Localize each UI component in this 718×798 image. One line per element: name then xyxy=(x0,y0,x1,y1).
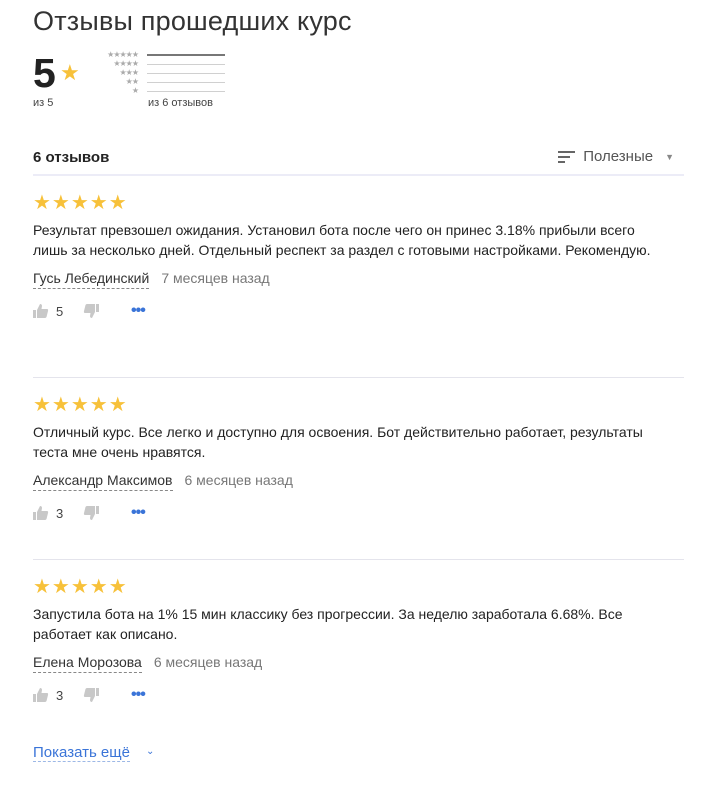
review-author[interactable]: Елена Морозова xyxy=(33,652,142,673)
thumbs-down-icon xyxy=(83,304,99,318)
more-options-button[interactable]: ••• xyxy=(131,303,146,319)
chevron-down-icon: ▼ xyxy=(665,151,674,162)
distribution-stars: ★ xyxy=(131,86,139,95)
review-rating-stars: ★★★★★ xyxy=(33,192,128,214)
thumbs-down-icon xyxy=(83,506,99,520)
review-author[interactable]: Александр Максимов xyxy=(33,470,173,491)
like-button[interactable]: 3 xyxy=(33,687,63,703)
review-text: Отличный курс. Все легко и доступно для … xyxy=(33,424,643,460)
review-author[interactable]: Гусь Лебединский xyxy=(33,268,150,289)
show-more-link[interactable]: Показать ещё xyxy=(33,744,130,762)
distribution-row-3[interactable]: ★★★ xyxy=(98,68,228,77)
like-button[interactable]: 3 xyxy=(33,505,63,521)
score-scale-label: из 5 xyxy=(33,97,54,109)
distribution-bar xyxy=(147,91,225,92)
review-text: Запустила бота на 1% 15 мин классику без… xyxy=(33,606,623,642)
distribution-fill xyxy=(147,54,225,56)
chevron-down-icon[interactable]: ⌄ xyxy=(146,746,154,757)
like-count: 3 xyxy=(56,505,64,521)
distribution-row-1[interactable]: ★ xyxy=(98,86,228,95)
reviews-header: 6 отзывов Полезные ▼ xyxy=(33,144,684,176)
sort-icon xyxy=(558,150,576,164)
review-card: ★★★★★ Отличный курс. Все легко и доступн… xyxy=(33,394,684,525)
distribution-stars: ★★★★ xyxy=(113,59,139,68)
distribution-bar xyxy=(147,73,225,74)
page-title: Отзывы прошедших курс xyxy=(33,6,352,36)
distribution-bar xyxy=(147,54,225,56)
distribution-row-5[interactable]: ★★★★★ xyxy=(98,50,228,59)
thumbs-down-icon xyxy=(83,688,99,702)
review-rating-stars: ★★★★★ xyxy=(33,394,128,416)
distribution-stars: ★★★ xyxy=(119,68,138,77)
distribution-row-2[interactable]: ★★ xyxy=(98,77,228,86)
distribution-bar xyxy=(147,82,225,83)
total-reviews-label: из 6 отзывов xyxy=(148,97,213,109)
distribution-stars: ★★ xyxy=(125,77,139,86)
dislike-button[interactable] xyxy=(83,687,99,703)
divider xyxy=(33,559,684,560)
divider xyxy=(33,377,684,378)
review-date: 7 месяцев назад xyxy=(161,270,270,286)
more-options-button[interactable]: ••• xyxy=(131,687,146,703)
thumbs-up-icon xyxy=(33,506,49,520)
sort-label: Полезные xyxy=(583,148,654,165)
review-card: ★★★★★ Запустила бота на 1% 15 мин класси… xyxy=(33,576,684,707)
like-count: 3 xyxy=(56,687,64,703)
review-date: 6 месяцев назад xyxy=(184,472,293,488)
thumbs-up-icon xyxy=(33,688,49,702)
dislike-button[interactable] xyxy=(83,505,99,521)
review-card: ★★★★★ Результат превзошел ожидания. Уста… xyxy=(33,192,684,323)
thumbs-up-icon xyxy=(33,304,49,318)
like-button[interactable]: 5 xyxy=(33,303,63,319)
rating-distribution: ★★★★★ ★★★★ ★★★ ★★ ★ xyxy=(98,50,228,98)
review-date: 6 месяцев назад xyxy=(153,654,263,670)
dislike-button[interactable] xyxy=(83,303,99,319)
distribution-stars: ★★★★★ xyxy=(107,50,139,59)
rating-score: 5 ★ из 5 xyxy=(33,50,93,114)
reviews-count: 6 отзывов xyxy=(33,149,110,166)
review-text: Результат превзошел ожидания. Установил … xyxy=(33,222,651,258)
review-rating-stars: ★★★★★ xyxy=(33,576,128,598)
distribution-row-4[interactable]: ★★★★ xyxy=(98,59,228,68)
distribution-bar xyxy=(147,64,225,65)
average-score: 5 xyxy=(33,50,56,96)
sort-dropdown[interactable]: Полезные ▼ xyxy=(558,148,674,165)
more-options-button[interactable]: ••• xyxy=(131,505,146,521)
like-count: 5 xyxy=(56,303,64,319)
star-icon: ★ xyxy=(60,60,80,85)
